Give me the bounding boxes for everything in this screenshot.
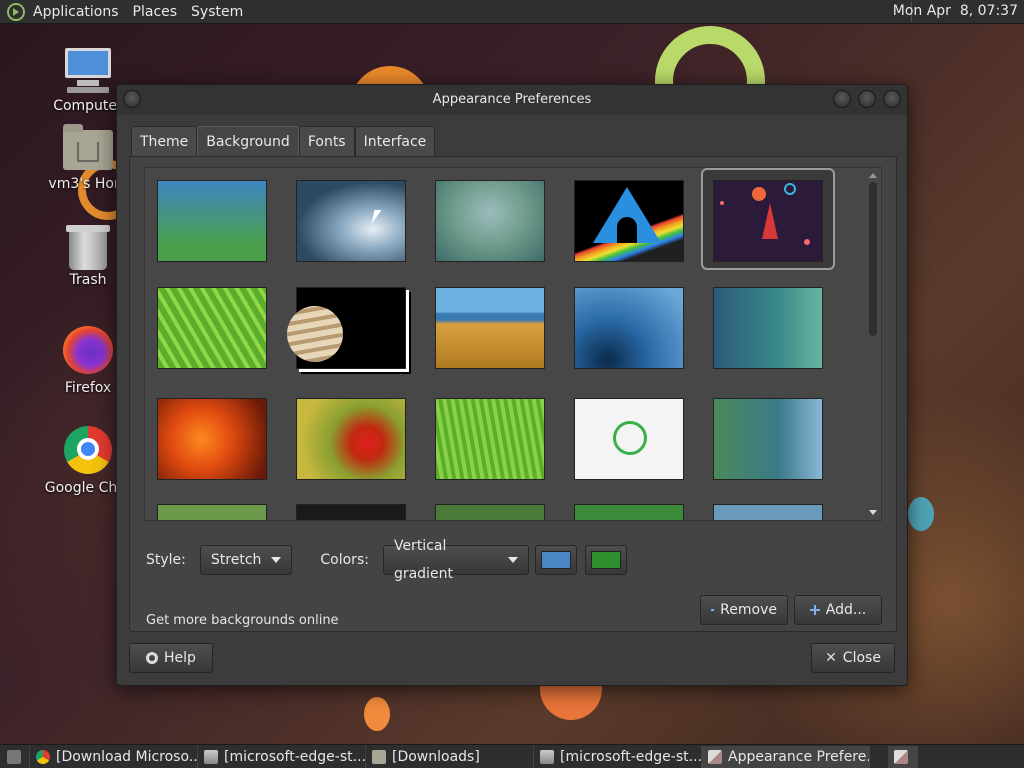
chrome-icon [36,749,50,764]
workspace-icon [894,749,908,764]
help-button[interactable]: Help [129,643,213,673]
terminal-icon [540,749,554,764]
tab-interface[interactable]: Interface [354,126,436,156]
wallpaper-thumb[interactable] [574,398,684,480]
menu-system[interactable]: System [191,4,243,20]
close-icon: ✕ [825,650,837,666]
wallpaper-thumb[interactable] [574,180,684,262]
workspace-switcher[interactable] [888,745,918,768]
wallpaper-thumb[interactable] [157,180,267,262]
plus-icon [809,605,820,615]
wallpaper-thumb[interactable] [157,398,267,480]
wallpaper-thumb[interactable] [157,287,267,369]
colors-label: Colors: [320,552,369,568]
close-button-label: Close [842,650,881,666]
show-desktop-button[interactable] [0,745,30,768]
taskbar-item[interactable]: [microsoft-edge-st... [198,745,366,768]
terminal-icon [204,749,218,764]
secondary-color-swatch [590,551,621,569]
wallpaper-thumb[interactable] [574,504,684,520]
window-close-button[interactable] [883,90,901,108]
colors-dropdown[interactable]: Vertical gradient [382,538,529,582]
top-panel: Applications Places System Mon Apr 8, 07… [0,0,1024,24]
primary-color-swatch [540,551,571,569]
wallpaper-thumb[interactable] [713,398,823,480]
chevron-down-icon [271,557,282,563]
chrome-icon [64,426,112,474]
dialog-title: Appearance Preferences [432,92,592,107]
colors-dropdown-value: Vertical gradient [393,538,453,582]
close-button[interactable]: ✕ Close [811,643,895,673]
taskbar-item-label: [microsoft-edge-st... [560,748,702,765]
add-button[interactable]: Add... [794,595,882,625]
folder-icon [372,749,386,764]
help-button-label: Help [164,650,196,666]
add-button-label: Add... [825,602,867,618]
wallpaper-thumb[interactable] [296,180,406,262]
wallpaper-gallery[interactable] [144,167,882,521]
remove-button[interactable]: Remove [700,595,788,625]
dialog-titlebar[interactable]: Appearance Preferences [117,85,907,115]
taskbar-item-label: [Download Microso... [56,748,198,765]
wallpaper-thumb[interactable] [287,287,406,369]
show-desktop-icon [7,749,21,764]
clock[interactable]: Mon Apr 8, 07:37 [893,3,1018,19]
secondary-color-button[interactable] [584,545,627,575]
remove-button-label: Remove [720,602,777,618]
wallpaper-blob-decoration [908,497,934,531]
wallpaper-thumb[interactable] [296,504,406,520]
wallpaper-thumb[interactable] [713,504,823,520]
primary-color-button[interactable] [534,545,577,575]
taskbar-item-label: Appearance Prefere... [728,748,870,765]
taskbar-item[interactable]: [microsoft-edge-st... [534,745,702,768]
scroll-down-arrow-icon[interactable] [869,510,877,515]
home-folder-icon [63,124,113,170]
wallpaper-thumb[interactable] [296,398,406,480]
style-controls-row: Style: Stretch Colors: Vertical gradient [146,538,627,582]
scroll-up-arrow-icon[interactable] [869,173,877,178]
tab-bar: Theme Background Fonts Interface [131,126,436,156]
appearance-preferences-dialog: Appearance Preferences Theme Background … [116,84,908,686]
style-dropdown[interactable]: Stretch [199,545,293,575]
style-dropdown-value: Stretch [210,552,262,568]
chevron-down-icon [507,557,518,563]
computer-icon [63,46,113,94]
minimize-button[interactable] [833,90,851,108]
wallpaper-thumb[interactable] [713,287,823,369]
more-backgrounds-link[interactable]: Get more backgrounds online [146,613,339,628]
taskbar-item[interactable]: [Downloads] [366,745,534,768]
wallpaper-thumb[interactable] [435,287,545,369]
appearance-icon [708,749,722,764]
help-icon [146,652,159,664]
wallpaper-thumb[interactable] [157,504,267,520]
taskbar-item-label: [Downloads] [392,748,480,765]
wallpaper-blob-decoration [364,697,390,731]
menu-applications[interactable]: Applications [33,4,119,20]
firefox-icon [63,326,113,374]
background-tab-panel: Style: Stretch Colors: Vertical gradient… [129,156,897,632]
maximize-button[interactable] [858,90,876,108]
taskbar-item[interactable]: [Download Microso... [30,745,198,768]
wallpaper-thumb[interactable] [435,398,545,480]
taskbar-item-label: [microsoft-edge-st... [224,748,366,765]
trash-icon [66,225,110,270]
scroll-thumb[interactable] [869,182,877,336]
distro-logo-icon[interactable] [7,2,25,21]
tab-background[interactable]: Background [197,126,299,156]
wallpaper-thumb[interactable] [435,504,545,520]
window-menu-button[interactable] [123,90,141,108]
wallpaper-thumb[interactable] [574,287,684,369]
taskbar-item-active[interactable]: Appearance Prefere... [702,745,870,768]
minus-icon [711,609,715,611]
tab-theme[interactable]: Theme [131,126,198,156]
menu-places[interactable]: Places [133,4,178,20]
tab-fonts[interactable]: Fonts [298,126,355,156]
wallpaper-blob-decoration [540,684,602,720]
wallpaper-thumb[interactable] [435,180,545,262]
taskbar: [Download Microso... [microsoft-edge-st.… [0,744,1024,768]
gallery-scrollbar[interactable] [867,170,879,518]
wallpaper-thumb[interactable] [713,180,823,262]
style-label: Style: [146,552,186,568]
